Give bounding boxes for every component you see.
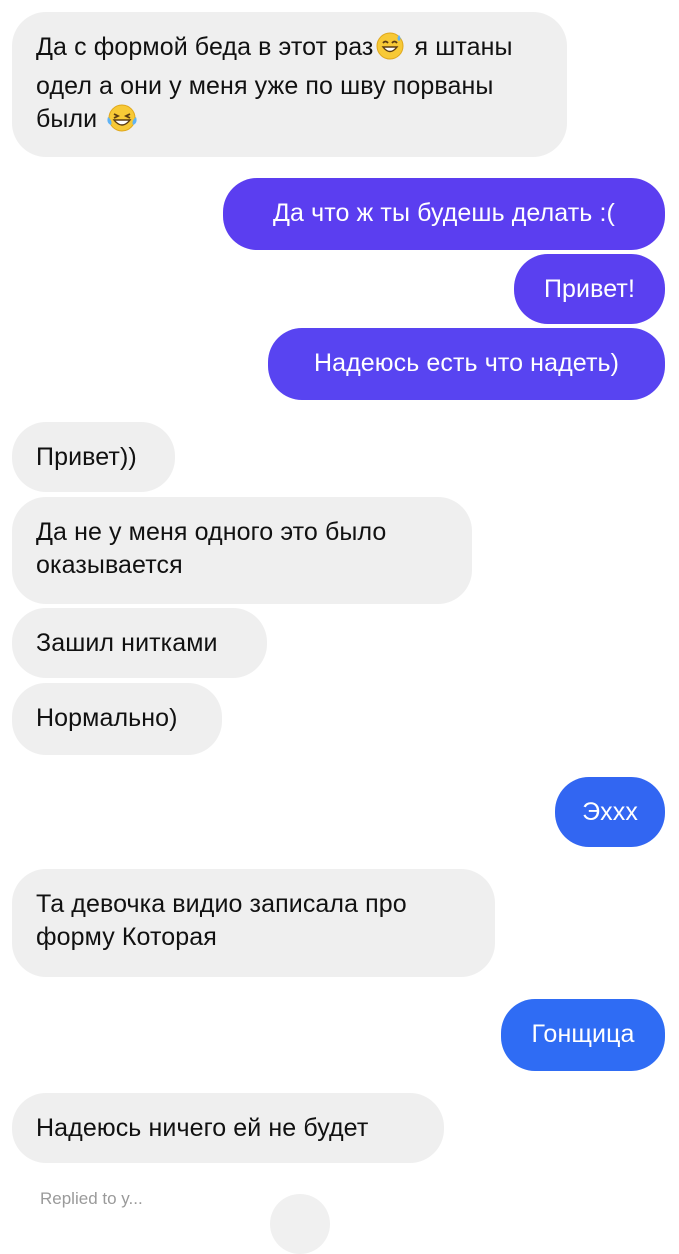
- message-text: Привет!: [543, 275, 635, 303]
- message-incoming[interactable]: Надеюсь ничего ей не будет: [12, 1093, 444, 1163]
- message-text: Да с формой беда в этот раз: [36, 33, 374, 61]
- message-outgoing[interactable]: Привет!: [514, 254, 665, 324]
- message-text: Да что ж ты будешь делать :(: [273, 199, 615, 227]
- message-incoming[interactable]: Привет)): [12, 422, 175, 492]
- sweat-smile-emoji-icon: [375, 31, 405, 70]
- message-text: Да не у меня одного это было оказывается: [36, 518, 387, 579]
- message-text: Эххх: [582, 798, 638, 826]
- message-text: Нормально): [36, 704, 178, 732]
- tears-of-joy-emoji-icon: [106, 103, 138, 142]
- message-text: Гонщица: [531, 1020, 635, 1048]
- avatar: [270, 1194, 330, 1254]
- message-incoming[interactable]: Да с формой беда в этот раз я штаны одел…: [12, 12, 567, 157]
- message-outgoing[interactable]: Гонщица: [501, 999, 665, 1071]
- message-incoming[interactable]: Нормально): [12, 683, 222, 755]
- message-text: Надеюсь ничего ей не будет: [36, 1114, 369, 1142]
- message-text: Та девочка видио записала про форму Кото…: [36, 890, 407, 951]
- message-outgoing[interactable]: Да что ж ты будешь делать :(: [223, 178, 665, 250]
- message-outgoing[interactable]: Надеюсь есть что надеть): [268, 328, 665, 400]
- message-incoming[interactable]: Да не у меня одного это было оказывается: [12, 497, 472, 604]
- message-text: Зашил нитками: [36, 629, 218, 657]
- message-incoming[interactable]: Зашил нитками: [12, 608, 267, 678]
- message-text: Привет)): [36, 443, 137, 471]
- message-text: Надеюсь есть что надеть): [313, 349, 620, 377]
- reply-context-label: Replied to y...: [40, 1189, 143, 1208]
- message-outgoing[interactable]: Эххх: [555, 777, 665, 847]
- message-incoming[interactable]: Та девочка видио записала про форму Кото…: [12, 869, 495, 977]
